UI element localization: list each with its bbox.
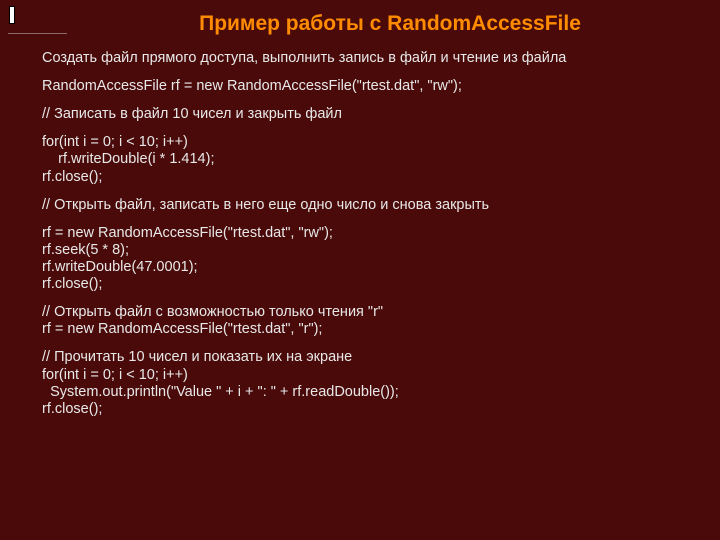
slide-title: Пример работы с RandomAccessFile	[0, 0, 720, 36]
code-block: for(int i = 0; i < 10; i++) rf.writeDoub…	[42, 134, 686, 185]
code-block: rf = new RandomAccessFile("rtest.dat", "…	[42, 225, 686, 293]
code-block: // Прочитать 10 чисел и показать их на э…	[42, 349, 686, 417]
code-line: RandomAccessFile rf = new RandomAccessFi…	[42, 78, 686, 95]
comment-line: // Записать в файл 10 чисел и закрыть фа…	[42, 106, 686, 123]
code-block: // Открыть файл с возможностью только чт…	[42, 304, 686, 338]
page-marker	[9, 6, 15, 24]
paragraph: Создать файл прямого доступа, выполнить …	[42, 50, 686, 67]
comment-line: // Открыть файл, записать в него еще одн…	[42, 197, 686, 214]
slide-content: Создать файл прямого доступа, выполнить …	[0, 50, 720, 418]
top-rule	[8, 33, 67, 34]
